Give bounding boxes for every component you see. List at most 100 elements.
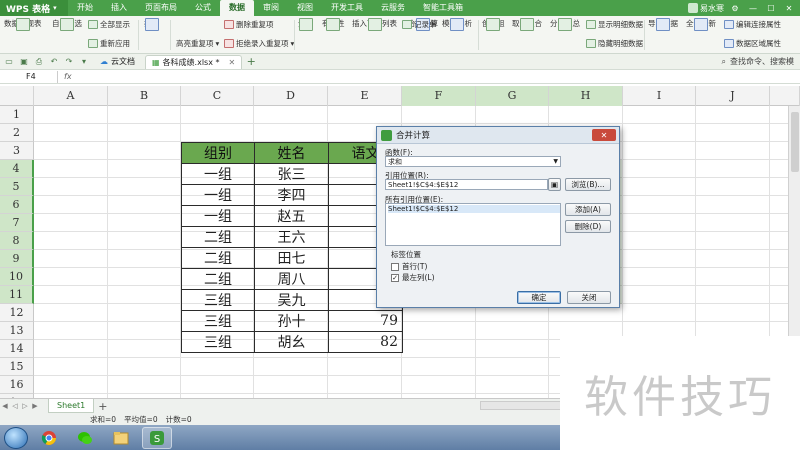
reference-input[interactable]: Sheet1!$C$4:$E$12 xyxy=(385,179,548,190)
insert-dropdown-button[interactable]: 插入下拉列表 xyxy=(352,18,397,31)
ungroup-button[interactable]: 取消组合 xyxy=(512,18,542,31)
cell-name[interactable]: 王六 xyxy=(254,226,329,248)
redo-icon[interactable]: ↷ xyxy=(63,56,75,68)
row-header[interactable]: 6 xyxy=(0,196,34,214)
row-header[interactable]: 9 xyxy=(0,250,34,268)
row-header[interactable]: 5 xyxy=(0,178,34,196)
cell-group[interactable]: 三组 xyxy=(181,331,255,353)
chevron-down-icon[interactable]: ▾ xyxy=(78,56,90,68)
tab-cloud-doc[interactable]: ☁ 云文档 xyxy=(94,55,141,69)
settings-icon[interactable]: ⚙ xyxy=(728,2,742,14)
show-detail-button[interactable]: 显示明细数据 xyxy=(586,19,643,30)
tab-cloud[interactable]: 云服务 xyxy=(372,0,414,16)
pivot-table-button[interactable]: 数据透视表 xyxy=(4,18,42,31)
reapply-button[interactable]: 重新应用 xyxy=(88,38,130,49)
tab-home[interactable]: 开始 xyxy=(68,0,102,16)
formula-input[interactable] xyxy=(88,71,800,83)
dialog-title-bar[interactable]: 合并计算 ✕ xyxy=(377,127,619,144)
wps-spreadsheet-icon[interactable]: S xyxy=(142,426,172,449)
sheet-tab-sheet1[interactable]: Sheet1 xyxy=(48,399,95,413)
search-icon[interactable]: ⌕ xyxy=(722,57,726,67)
row-header[interactable]: 11 xyxy=(0,286,34,304)
command-search[interactable]: 查找命令、搜索模 xyxy=(730,56,794,67)
cell-group[interactable]: 二组 xyxy=(181,247,255,269)
dialog-close-button[interactable]: ✕ xyxy=(592,129,616,141)
chrome-icon[interactable] xyxy=(34,427,64,449)
tab-view[interactable]: 视图 xyxy=(288,0,322,16)
add-button[interactable]: 添加(A) xyxy=(565,203,611,216)
file-explorer-icon[interactable] xyxy=(106,427,136,449)
name-box[interactable]: F4 xyxy=(0,70,58,83)
save-icon[interactable]: ▣ xyxy=(18,56,30,68)
undo-icon[interactable]: ↶ xyxy=(48,56,60,68)
cell-name[interactable]: 田七 xyxy=(254,247,329,269)
cell-score[interactable]: 79 xyxy=(328,310,403,332)
last-sheet-icon[interactable]: ▶ xyxy=(30,402,40,410)
column-header-a[interactable]: A xyxy=(34,86,108,106)
checkbox-unchecked[interactable] xyxy=(391,262,399,271)
row-header[interactable]: 7 xyxy=(0,214,34,232)
cell-group[interactable]: 三组 xyxy=(181,310,255,332)
column-header-f[interactable]: F xyxy=(402,86,476,106)
cell-group[interactable]: 一组 xyxy=(181,184,255,206)
tab-insert[interactable]: 插入 xyxy=(102,0,136,16)
left-column-checkbox[interactable]: ✓ 最左列(L) xyxy=(391,272,435,283)
row-header[interactable]: 1 xyxy=(0,106,34,124)
record-sheet-button[interactable]: 记录单 xyxy=(402,19,437,30)
header-name[interactable]: 姓名 xyxy=(254,142,329,164)
row-header[interactable]: 14 xyxy=(0,340,34,358)
ok-button[interactable]: 确定 xyxy=(517,291,561,304)
close-icon[interactable]: ✕ xyxy=(229,58,236,67)
refresh-all-button[interactable]: 全部刷新 xyxy=(686,18,716,31)
simulate-analysis-button[interactable]: 模拟分析 xyxy=(442,18,472,31)
select-all-corner[interactable] xyxy=(0,86,34,106)
tab-developer[interactable]: 开发工具 xyxy=(322,0,372,16)
reject-duplicates-button[interactable]: 拒绝录入重复项 ▾ xyxy=(224,38,294,49)
column-header-j[interactable]: J xyxy=(696,86,770,106)
cell-score[interactable]: 82 xyxy=(328,331,403,353)
cell-group[interactable]: 二组 xyxy=(181,226,255,248)
list-item[interactable]: Sheet1!$C$4:$E$12 xyxy=(388,205,560,213)
row-header[interactable]: 8 xyxy=(0,232,34,250)
maximize-button[interactable]: ☐ xyxy=(764,2,778,14)
scroll-thumb[interactable] xyxy=(791,112,799,172)
tab-smart-tools[interactable]: 智能工具箱 xyxy=(414,0,472,16)
tab-review[interactable]: 审阅 xyxy=(254,0,288,16)
wechat-icon[interactable] xyxy=(70,427,100,449)
create-group-button[interactable]: 创建组 xyxy=(482,18,505,31)
delete-duplicates-button[interactable]: 删除重复项 xyxy=(224,19,274,30)
edit-links-button[interactable]: 编辑连接属性 xyxy=(724,19,781,30)
cell-name[interactable]: 吴九 xyxy=(254,289,329,311)
function-select[interactable]: 求和 ▼ xyxy=(385,156,561,167)
first-sheet-icon[interactable]: ◀ xyxy=(0,402,10,410)
column-header-c[interactable]: C xyxy=(181,86,254,106)
cell-group[interactable]: 一组 xyxy=(181,163,255,185)
validity-button[interactable]: 有效性 xyxy=(322,18,345,31)
show-all-button[interactable]: 全部显示 xyxy=(88,19,130,30)
cell-name[interactable]: 张三 xyxy=(254,163,329,185)
start-button[interactable] xyxy=(4,426,28,449)
row-header[interactable]: 3 xyxy=(0,142,34,160)
tab-file[interactable]: ▦ 各科成绩.xlsx * ✕ xyxy=(145,54,243,69)
fx-icon[interactable]: fx xyxy=(58,72,88,81)
cell-name[interactable]: 胡幺 xyxy=(254,331,329,353)
column-header-b[interactable]: B xyxy=(108,86,181,106)
cell-name[interactable]: 赵五 xyxy=(254,205,329,227)
cell-group[interactable]: 二组 xyxy=(181,268,255,290)
prev-sheet-icon[interactable]: ◁ xyxy=(10,402,20,410)
browse-button[interactable]: 浏览(B)... xyxy=(565,178,611,191)
first-row-checkbox[interactable]: 首行(T) xyxy=(391,261,427,272)
cell-name[interactable]: 李四 xyxy=(254,184,329,206)
close-window-button[interactable]: ✕ xyxy=(782,2,796,14)
tab-formulas[interactable]: 公式 xyxy=(186,0,220,16)
cell-name[interactable]: 周八 xyxy=(254,268,329,290)
highlight-duplicates-button[interactable]: 高亮重复项 ▾ xyxy=(176,38,219,49)
close-button[interactable]: 关闭 xyxy=(567,291,611,304)
column-header-h[interactable]: H xyxy=(549,86,623,106)
sort-button[interactable]: 排序 xyxy=(144,18,159,31)
row-header[interactable]: 4 xyxy=(0,160,34,178)
subtotal-button[interactable]: 分类汇总 xyxy=(550,18,580,31)
row-header[interactable]: 12 xyxy=(0,304,34,322)
cell-group[interactable]: 三组 xyxy=(181,289,255,311)
data-area-button[interactable]: 数据区域属性 xyxy=(724,38,781,49)
